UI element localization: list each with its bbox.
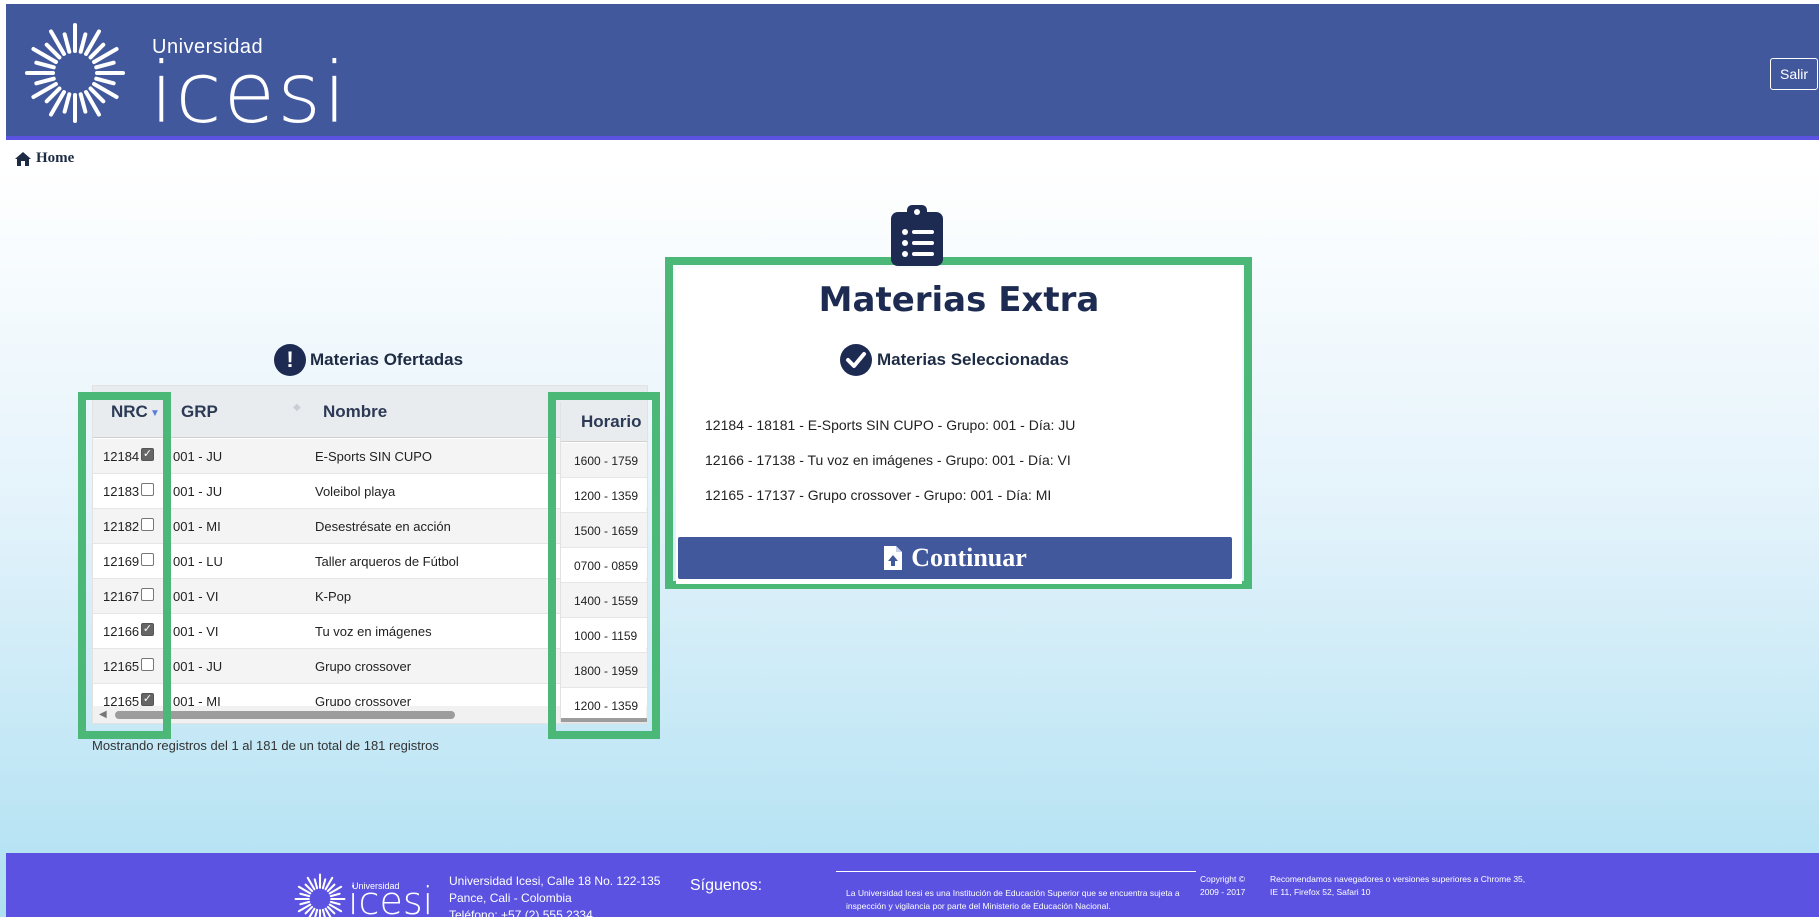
continue-button[interactable]: Continuar <box>678 537 1232 579</box>
select-checkbox[interactable] <box>141 588 154 601</box>
cell-nrc: 12167 <box>103 589 140 604</box>
footer-logo-icesi: icesi <box>348 879 434 917</box>
footer-sunburst-logo-icon <box>294 873 346 917</box>
select-checkbox[interactable]: ✓ <box>141 448 154 461</box>
cell-grp: 001 - JU <box>173 449 223 464</box>
cell-nombre: Tu voz en imágenes <box>315 624 432 639</box>
continue-label: Continuar <box>911 543 1027 572</box>
column-header-grp[interactable]: GRP <box>181 402 218 422</box>
cell-horario: 1400 - 1559 <box>561 583 647 618</box>
cell-horario: 1600 - 1759 <box>561 443 647 478</box>
cell-nrc: 12165 <box>103 659 140 674</box>
cell-horario: 1200 - 1359 <box>561 478 647 513</box>
footer-copyright: Copyright © 2009 - 2017 <box>1200 874 1246 897</box>
cell-nrc: 12184 <box>103 449 140 464</box>
selected-section-title: Materias Seleccionadas <box>840 344 1069 376</box>
footer-follow-label: Síguenos: <box>690 877 763 894</box>
file-upload-icon <box>884 546 903 570</box>
select-checkbox[interactable] <box>141 553 154 566</box>
cell-grp: 001 - VI <box>173 589 219 604</box>
breadcrumb-home-link[interactable]: Home <box>36 150 74 167</box>
column-header-horario[interactable]: Horario <box>561 402 647 442</box>
cell-nombre: Voleibol playa <box>315 484 396 499</box>
selected-list: 12184 - 18181 - E-Sports SIN CUPO - Grup… <box>686 385 1232 535</box>
top-header: Universidad icesi Salir <box>6 4 1819 142</box>
footer-divider <box>836 871 1196 872</box>
select-checkbox[interactable] <box>141 518 154 531</box>
sort-desc-icon: ▼ <box>150 408 160 419</box>
cell-nrc: 12182 <box>103 519 140 534</box>
cell-grp: 001 - VI <box>173 624 219 639</box>
cell-grp: 001 - MI <box>173 519 221 534</box>
clipboard-list-icon <box>891 205 943 266</box>
column-header-nrc[interactable]: NRC <box>111 402 148 422</box>
cell-grp: 001 - JU <box>173 484 223 499</box>
sunburst-logo-icon <box>25 23 125 123</box>
footer-address-line: Pance, Cali - Colombia <box>449 891 572 905</box>
select-checkbox[interactable]: ✓ <box>141 693 154 706</box>
cell-nombre: E-Sports SIN CUPO <box>315 449 433 464</box>
scroll-left-icon[interactable]: ◀ <box>99 709 107 720</box>
cell-nrc: 12169 <box>103 554 140 569</box>
horario-column: Horario 1600 - 1759 1200 - 1359 1500 - 165… <box>560 402 647 723</box>
selected-title-text: Materias Seleccionadas <box>877 350 1069 369</box>
select-checkbox[interactable] <box>141 658 154 671</box>
cell-nrc: 12166 <box>103 624 140 639</box>
home-icon <box>15 151 31 166</box>
cell-nombre: Taller arqueros de Fútbol <box>315 554 459 569</box>
cell-grp: 001 - JU <box>173 659 223 674</box>
breadcrumb: Home <box>14 150 74 167</box>
offered-section-title: ! Materias Ofertadas <box>274 344 463 376</box>
footer: Universidad icesi Universidad Icesi, Cal… <box>6 853 1819 917</box>
cell-horario: 0700 - 0859 <box>561 548 647 583</box>
cell-horario: 1500 - 1659 <box>561 513 647 548</box>
selected-item: 12184 - 18181 - E-Sports SIN CUPO - Grup… <box>705 417 1076 433</box>
table-info: Mostrando registros del 1 al 181 de un t… <box>92 738 439 753</box>
column-header-nombre[interactable]: Nombre <box>323 402 387 422</box>
university-logo[interactable]: Universidad icesi <box>20 14 346 142</box>
offered-title-text: Materias Ofertadas <box>310 350 464 369</box>
cell-horario: 1800 - 1959 <box>561 653 647 688</box>
footer-legal-text: La Universidad Icesi es una Institución … <box>846 888 1180 911</box>
sort-both-icon: ◆ <box>293 402 301 413</box>
footer-address: Universidad Icesi, Calle 18 No. 122-135 … <box>449 873 660 917</box>
select-checkbox[interactable]: ✓ <box>141 623 154 636</box>
cell-horario: 1000 - 1159 <box>561 618 647 653</box>
extra-title: Materias Extra <box>818 280 1100 320</box>
cell-nrc: 12183 <box>103 484 140 499</box>
logout-button[interactable]: Salir <box>1770 58 1818 90</box>
select-checkbox[interactable] <box>141 483 154 496</box>
cell-nombre: K-Pop <box>315 589 352 604</box>
check-circle-icon <box>840 344 872 376</box>
cell-nombre: Grupo crossover <box>315 659 412 674</box>
selected-item: 12166 - 17138 - Tu voz en imágenes - Gru… <box>705 452 1071 468</box>
footer-address-line: Universidad Icesi, Calle 18 No. 122-135 <box>449 874 661 888</box>
cell-grp: 001 - LU <box>173 554 223 569</box>
scrollbar-thumb[interactable] <box>115 711 455 719</box>
logo-word-icesi: icesi <box>150 44 349 142</box>
cell-nombre: Desestrésate en acción <box>315 519 451 534</box>
horario-scrollbar[interactable] <box>561 718 647 722</box>
exclamation-icon: ! <box>274 344 306 376</box>
extra-panel: Materias Extra Materias Seleccionadas 12… <box>676 268 1242 584</box>
footer-address-line: Teléfono: +57 (2) 555 2334 <box>449 908 593 917</box>
footer-browser-note: Recomendamos navegadores o versiones sup… <box>1270 874 1526 897</box>
selected-item: 12165 - 17137 - Grupo crossover - Grupo:… <box>705 487 1052 503</box>
